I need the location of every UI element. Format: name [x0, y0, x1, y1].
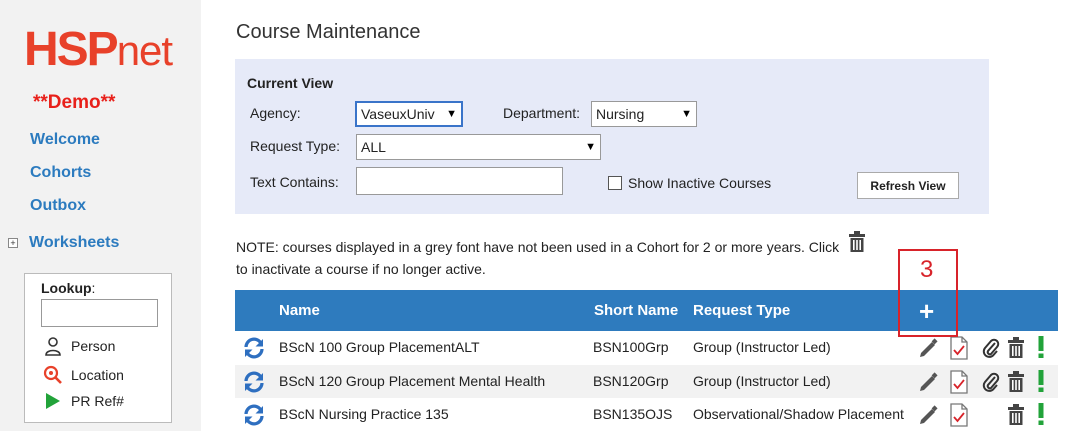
- demo-label: **Demo**: [33, 92, 116, 113]
- paperclip-icon[interactable]: [982, 337, 1000, 362]
- lookup-location-label[interactable]: Location: [71, 367, 124, 383]
- request-type-select-value: ALL: [361, 139, 386, 155]
- sync-icon[interactable]: [242, 370, 266, 397]
- sync-icon[interactable]: [242, 336, 266, 363]
- show-inactive-label[interactable]: Show Inactive Courses: [628, 175, 771, 191]
- trash-icon[interactable]: [1006, 404, 1026, 429]
- course-short-name: BSN100Grp: [593, 339, 669, 355]
- department-label: Department:: [503, 105, 581, 121]
- course-request-type: Group (Instructor Led): [693, 373, 831, 389]
- trash-icon[interactable]: [1006, 337, 1026, 362]
- table-row: BScN 100 Group PlacementALT BSN100Grp Grou…: [235, 331, 1058, 364]
- logo-part-hsp: HSP: [24, 23, 119, 76]
- nav-outbox[interactable]: Outbox: [30, 197, 86, 215]
- request-type-label: Request Type:: [250, 138, 341, 154]
- table-row: BScN 120 Group Placement Mental Health BS…: [235, 365, 1058, 398]
- trash-icon[interactable]: [1006, 371, 1026, 396]
- nav-welcome[interactable]: Welcome: [30, 131, 100, 149]
- hspnet-logo[interactable]: HSPnet: [24, 22, 173, 76]
- pencil-icon[interactable]: [918, 337, 940, 362]
- column-header-request-type[interactable]: Request Type: [693, 302, 790, 319]
- lookup-title: Lookup:: [41, 280, 95, 296]
- dropdown-arrow-icon: ▼: [681, 108, 692, 120]
- dropdown-arrow-icon: ▼: [446, 108, 457, 120]
- column-header-name[interactable]: Name: [279, 302, 320, 319]
- exclamation-icon[interactable]: [1036, 402, 1046, 429]
- lookup-panel: Lookup: Person Location PR Ref#: [24, 273, 172, 423]
- lookup-location[interactable]: Location: [43, 365, 124, 385]
- lookup-person-label[interactable]: Person: [71, 338, 115, 354]
- text-contains-input[interactable]: [356, 167, 563, 195]
- agency-label: Agency:: [250, 105, 301, 121]
- current-view-title: Current View: [247, 75, 334, 91]
- nav-worksheets-label[interactable]: Worksheets: [29, 234, 119, 252]
- logo-part-net: net: [116, 27, 173, 74]
- course-short-name: BSN135OJS: [593, 406, 673, 422]
- show-inactive-checkbox[interactable]: [608, 176, 622, 190]
- exclamation-icon[interactable]: [1036, 335, 1046, 362]
- pencil-icon[interactable]: [918, 371, 940, 396]
- nav-cohorts[interactable]: Cohorts: [30, 164, 91, 182]
- lookup-prref[interactable]: PR Ref#: [43, 391, 124, 411]
- play-icon: [43, 391, 63, 411]
- table-row: BScN Nursing Practice 135 BSN135OJS Observ…: [235, 398, 1058, 431]
- department-select[interactable]: Nursing ▼: [591, 101, 697, 127]
- course-request-type: Observational/Shadow Placement: [693, 406, 904, 422]
- lookup-input[interactable]: [41, 299, 158, 327]
- column-header-short-name[interactable]: Short Name: [594, 302, 678, 319]
- note-part2: to inactivate a course if no longer acti…: [236, 261, 486, 278]
- trash-icon: [847, 231, 867, 259]
- lookup-title-colon: :: [91, 280, 96, 296]
- note-part1: NOTE: courses displayed in a grey font h…: [236, 239, 840, 255]
- courses-table-header: Name Short Name Request Type +: [235, 290, 1058, 331]
- annotation-number: 3: [920, 256, 934, 283]
- nav-worksheets[interactable]: + Worksheets: [8, 234, 119, 252]
- agency-select[interactable]: VaseuxUniv ▼: [355, 101, 463, 127]
- add-course-button[interactable]: +: [919, 296, 934, 327]
- department-select-value: Nursing: [596, 106, 645, 122]
- exclamation-icon[interactable]: [1036, 369, 1046, 396]
- course-short-name: BSN120Grp: [593, 373, 669, 389]
- refresh-view-button[interactable]: Refresh View: [857, 172, 959, 199]
- course-name: BScN 120 Group Placement Mental Health: [279, 373, 546, 389]
- checklist-icon[interactable]: [949, 403, 969, 430]
- expand-icon[interactable]: +: [8, 238, 18, 248]
- checklist-icon[interactable]: [949, 336, 969, 363]
- lookup-prref-label[interactable]: PR Ref#: [71, 393, 124, 409]
- course-name: BScN 100 Group PlacementALT: [279, 339, 480, 355]
- request-type-select[interactable]: ALL ▼: [356, 134, 601, 160]
- person-icon: [43, 336, 63, 356]
- course-request-type: Group (Instructor Led): [693, 339, 831, 355]
- lookup-person[interactable]: Person: [43, 336, 115, 356]
- note-text: NOTE: courses displayed in a grey font h…: [236, 231, 876, 280]
- dropdown-arrow-icon: ▼: [585, 141, 596, 153]
- page-title: Course Maintenance: [236, 21, 421, 43]
- paperclip-icon[interactable]: [982, 371, 1000, 396]
- text-contains-label: Text Contains:: [250, 174, 339, 190]
- sync-icon[interactable]: [242, 403, 266, 430]
- current-view-panel: Current View Agency: VaseuxUniv ▼ Depart…: [235, 59, 989, 214]
- lookup-title-text: Lookup: [41, 280, 92, 296]
- location-search-icon: [43, 365, 63, 385]
- pencil-icon[interactable]: [918, 404, 940, 429]
- course-name: BScN Nursing Practice 135: [279, 406, 449, 422]
- sidebar: HSPnet **Demo** Welcome Cohorts Outbox +…: [0, 0, 201, 431]
- checklist-icon[interactable]: [949, 370, 969, 397]
- agency-select-value: VaseuxUniv: [361, 106, 435, 122]
- show-inactive-toggle[interactable]: Show Inactive Courses: [608, 175, 771, 191]
